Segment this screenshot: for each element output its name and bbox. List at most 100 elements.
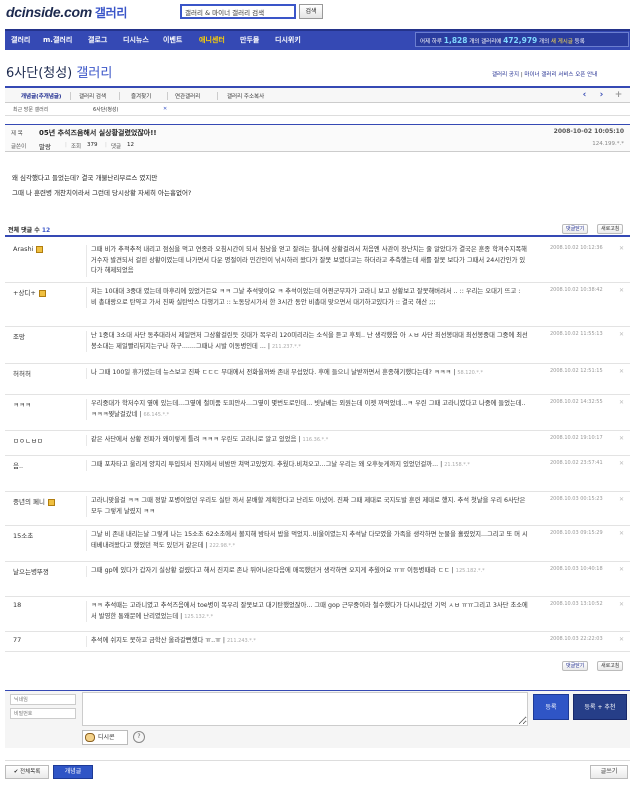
close-comments-button[interactable]: 댓글닫기 [562, 224, 589, 234]
nav-mandumall[interactable]: 만두몰 [240, 35, 259, 45]
comment-nick-text: 18 [13, 601, 22, 609]
views-count: 379 [87, 142, 98, 148]
delete-icon[interactable]: ✕ [619, 245, 624, 252]
nav-gallog[interactable]: 갤로그 [88, 35, 107, 45]
comment-row: +상디+ 저는 10대대 3중대 였는데 마후리에 있었거든요 ㅋㅋ 그날 추석맞… [5, 283, 630, 327]
register-button[interactable]: 등록 [533, 694, 569, 720]
all-list-button[interactable]: ✔ 전체목록 [5, 765, 49, 779]
tab-concept-posts[interactable]: 개념글(추개념글) [21, 92, 61, 100]
comment-date: 2008.10.03 13:10:52 [550, 601, 603, 607]
comment-row: ㅋㅋㅋ 우리중대가 학저수지 옆에 있는데...그옆에 철미품 도피안사...그옆… [5, 395, 630, 431]
comment-nick[interactable]: 중년의 페니 [13, 496, 55, 506]
comment-text: ㅋㅋ 추석때는 고라니였고 추석즈음에서 toe병이 목우리 잘못보고 대기탄했… [91, 602, 528, 620]
comment-nick[interactable]: 조망 [13, 331, 25, 341]
comment-nick[interactable]: +상디+ [13, 287, 46, 297]
stats-suffix-a: 개의 [539, 39, 550, 45]
delete-icon[interactable]: ✕ [619, 530, 624, 537]
stats-gallery-count: 1,828 [443, 36, 468, 45]
comment-body: 그날 비 존내 내리는날 그렇게 나는 15소초 62소초에서 볼지해 밤타서 … [86, 530, 528, 551]
search-button[interactable]: 검색 [299, 4, 323, 19]
comment-text: 나 그때 100일 휴가였는데 뉴스보고 진짜 ㄷㄷㄷ 부대에서 전화올까봐 존… [91, 369, 452, 376]
comment-nick[interactable]: 날으는병뚜껑 [13, 566, 49, 576]
gallog-icon[interactable] [38, 289, 46, 297]
delete-icon[interactable]: ✕ [619, 331, 624, 338]
comment-nick-text: 15소초 [13, 532, 34, 540]
comment-row: 날으는병뚜껑 그때 gp에 있다가 갑자기 실상황 걸렸다고 해서 진지로 존나 … [5, 562, 630, 597]
nav-dcnews[interactable]: 디시뉴스 [123, 35, 149, 45]
delete-icon[interactable]: ✕ [619, 368, 624, 375]
link-gallery-notice[interactable]: 갤러리 공지 [492, 72, 519, 78]
password-input[interactable] [10, 708, 76, 719]
comment-date: 2008.10.02 10:12:36 [550, 245, 603, 251]
comment-nick[interactable]: 음.. [13, 460, 23, 470]
delete-icon[interactable]: ✕ [619, 566, 624, 573]
comment-textarea[interactable] [82, 692, 528, 726]
nav-event[interactable]: 이벤트 [163, 35, 182, 45]
comment-text: 저는 10대대 3중대 였는데 마후리에 있었거든요 ㅋㅋ 그날 추석맞이요 ㅋ… [91, 288, 521, 306]
gallog-icon[interactable] [47, 498, 55, 506]
post-header: 제 목 05년 추석즈음해서 실상황걸렸었잖아!! 2008-10-02 10:… [5, 124, 630, 152]
register-recommend-button[interactable]: 등록 + 추천 [573, 694, 627, 720]
refresh-button[interactable]: 새로고침 [597, 224, 624, 234]
comment-row: 중년의 페니 고라니맞을걸 ㅋㅋ 그때 정말 포병이었던 우리도 실탄 까서 분배… [5, 492, 630, 526]
delete-icon[interactable]: ✕ [619, 601, 624, 608]
comment-date: 2008.10.02 11:55:13 [550, 331, 603, 337]
gallery-title: 6사단(청성) 갤러리 [6, 62, 112, 81]
comment-nick[interactable]: 15소초 [13, 530, 33, 540]
tab-related-gallery[interactable]: 연관갤러리 [175, 92, 200, 100]
comment-date: 2008.10.03 00:15:23 [550, 496, 603, 502]
nickname-input[interactable] [10, 694, 76, 705]
site-logo[interactable]: dcinside.com 갤러리 [6, 4, 127, 21]
comment-date: 2008.10.02 23:57:41 [550, 460, 603, 466]
delete-icon[interactable]: ✕ [619, 636, 624, 643]
link-minor-gallery-notice[interactable]: 마이너 갤러리 서비스 오픈 안내 [524, 72, 597, 78]
comment-text: 난 1중대 3소대 사단 동추대라서 제일먼저 그상황걸린듯 깃대가 목우리 1… [91, 332, 528, 350]
delete-icon[interactable]: ✕ [619, 460, 624, 467]
post-author[interactable]: 말랑 [39, 141, 51, 151]
comment-nick[interactable]: 77 [13, 636, 21, 644]
tab-favorites[interactable]: 즐겨찾기 [131, 92, 151, 100]
comment-nick[interactable]: ㅋㅋㅋ [13, 399, 31, 409]
recent-gallery-item[interactable]: 6사단(청성) [93, 106, 118, 113]
comment-nick[interactable]: ㅁㅇㄴㅂㅁ [13, 435, 43, 445]
close-comments-button-bottom[interactable]: 댓글닫기 [562, 661, 589, 671]
tab-copy-address[interactable]: 갤러리 주소복사 [227, 92, 264, 100]
stats-prefix: 어제 하루 [420, 39, 442, 45]
gallog-icon[interactable] [36, 245, 44, 253]
close-icon[interactable]: ✕ [163, 106, 167, 112]
help-icon[interactable]: ? [133, 731, 145, 743]
delete-icon[interactable]: ✕ [619, 435, 624, 442]
nav-anicenter[interactable]: 애니센터 [199, 35, 225, 45]
search-input[interactable] [180, 4, 296, 19]
views-label: 조회 [71, 144, 82, 150]
tab-gallery-search[interactable]: 갤러리 검색 [79, 92, 106, 100]
comment-row: 15소초 그날 비 존내 내리는날 그렇게 나는 15소초 62소초에서 볼지해 … [5, 526, 630, 562]
nav-gallery[interactable]: 갤러리 [11, 35, 30, 45]
comment-nick[interactable]: Arashi [13, 245, 44, 253]
stats-post-count: 472,979 [503, 36, 538, 45]
comment-ip: 125.182.*.* [455, 568, 485, 574]
comment-nick[interactable]: 허허허 [13, 368, 31, 378]
delete-icon[interactable]: ✕ [619, 399, 624, 406]
next-arrow-icon[interactable]: › [595, 89, 608, 102]
delete-icon[interactable]: ✕ [619, 496, 624, 503]
delete-icon[interactable]: ✕ [619, 287, 624, 294]
comment-ip: 211.237.*.* [271, 343, 301, 350]
comment-date: 2008.10.03 09:15:29 [550, 530, 603, 536]
comment-body: ㅋㅋ 추석때는 고라니였고 추석즈음에서 toe병이 목우리 잘못보고 대기탄했… [86, 601, 528, 622]
nav-dcwiki[interactable]: 디시위키 [275, 35, 301, 45]
refresh-button-bottom[interactable]: 새로고침 [597, 661, 624, 671]
comment-date: 2008.10.03 22:22:03 [550, 636, 603, 642]
comment-nick[interactable]: 18 [13, 601, 21, 609]
post-ip: 124.199.*.* [592, 141, 624, 147]
nav-m-gallery[interactable]: m.갤러리 [43, 35, 72, 45]
post-body-line: 왜 심각했다고 들었는데? 결국 개불난리부르스 였지만 [12, 174, 158, 182]
concept-list-button[interactable]: 개념글 [53, 765, 93, 779]
stats-mid: 개의 갤러리에 [469, 39, 502, 45]
comment-body: 난 1중대 3소대 사단 동추대라서 제일먼저 그상황걸린듯 깃대가 목우리 1… [86, 331, 528, 352]
add-icon[interactable]: + [612, 89, 625, 102]
write-button[interactable]: 글쓰기 [590, 765, 628, 779]
comments-total-count: 12 [41, 227, 51, 234]
prev-arrow-icon[interactable]: ‹ [578, 89, 591, 102]
bottom-bar [5, 760, 630, 780]
